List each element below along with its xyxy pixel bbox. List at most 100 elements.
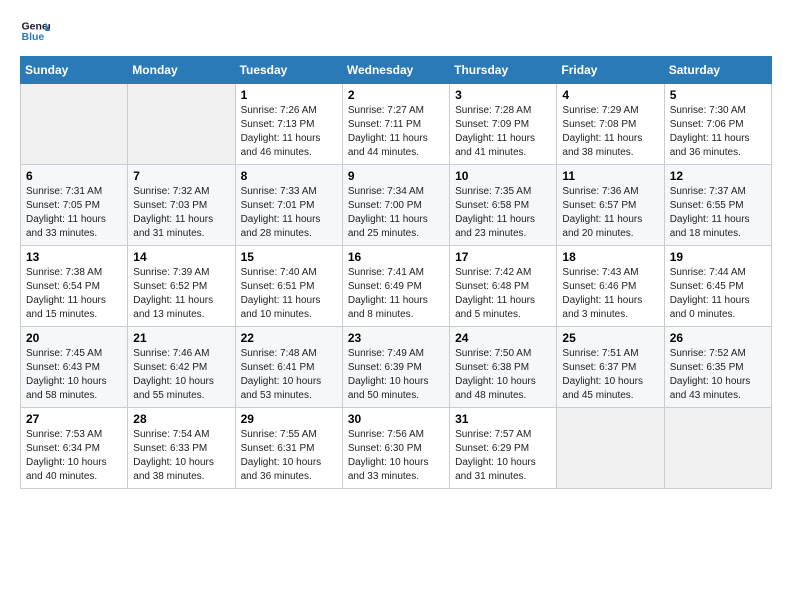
- calendar-cell: 30 Sunrise: 7:56 AMSunset: 6:30 PMDayligh…: [342, 408, 449, 489]
- weekday-header-saturday: Saturday: [664, 57, 771, 84]
- calendar-cell: 20 Sunrise: 7:45 AMSunset: 6:43 PMDayligh…: [21, 327, 128, 408]
- calendar-cell: 29 Sunrise: 7:55 AMSunset: 6:31 PMDayligh…: [235, 408, 342, 489]
- day-info: Sunrise: 7:32 AMSunset: 7:03 PMDaylight:…: [133, 185, 229, 241]
- day-number: 20: [26, 331, 122, 345]
- day-info: Sunrise: 7:53 AMSunset: 6:34 PMDaylight:…: [26, 428, 122, 484]
- calendar-cell: 1 Sunrise: 7:26 AMSunset: 7:13 PMDaylight…: [235, 84, 342, 165]
- day-info: Sunrise: 7:29 AMSunset: 7:08 PMDaylight:…: [562, 104, 658, 160]
- day-number: 6: [26, 169, 122, 183]
- page-header: General Blue: [20, 16, 772, 46]
- day-number: 9: [348, 169, 444, 183]
- calendar-cell: 31Sunrise: 7:57 AMSunset: 6:29 PMDayligh…: [450, 408, 557, 489]
- calendar-cell: 19 Sunrise: 7:44 AMSunset: 6:45 PMDayligh…: [664, 246, 771, 327]
- calendar-cell: 21 Sunrise: 7:46 AMSunset: 6:42 PMDayligh…: [128, 327, 235, 408]
- day-number: 28: [133, 412, 229, 426]
- calendar-cell: 5 Sunrise: 7:30 AMSunset: 7:06 PMDaylight…: [664, 84, 771, 165]
- day-info: Sunrise: 7:46 AMSunset: 6:42 PMDaylight:…: [133, 347, 229, 403]
- day-number: 26: [670, 331, 766, 345]
- calendar-cell: 14 Sunrise: 7:39 AMSunset: 6:52 PMDayligh…: [128, 246, 235, 327]
- day-info: Sunrise: 7:50 AMSunset: 6:38 PMDaylight:…: [455, 347, 551, 403]
- calendar-cell: [664, 408, 771, 489]
- day-number: 7: [133, 169, 229, 183]
- day-number: 21: [133, 331, 229, 345]
- logo: General Blue: [20, 16, 54, 46]
- day-info: Sunrise: 7:35 AMSunset: 6:58 PMDaylight:…: [455, 185, 551, 241]
- day-number: 10: [455, 169, 551, 183]
- day-info: Sunrise: 7:27 AMSunset: 7:11 PMDaylight:…: [348, 104, 444, 160]
- day-number: 18: [562, 250, 658, 264]
- day-info: Sunrise: 7:55 AMSunset: 6:31 PMDaylight:…: [241, 428, 337, 484]
- day-number: 17: [455, 250, 551, 264]
- day-number: 16: [348, 250, 444, 264]
- svg-text:Blue: Blue: [22, 31, 45, 43]
- day-number: 31: [455, 412, 551, 426]
- calendar-cell: 16 Sunrise: 7:41 AMSunset: 6:49 PMDayligh…: [342, 246, 449, 327]
- day-info: Sunrise: 7:51 AMSunset: 6:37 PMDaylight:…: [562, 347, 658, 403]
- calendar-cell: [557, 408, 664, 489]
- week-row-5: 27 Sunrise: 7:53 AMSunset: 6:34 PMDayligh…: [21, 408, 772, 489]
- weekday-header-tuesday: Tuesday: [235, 57, 342, 84]
- calendar-cell: 7 Sunrise: 7:32 AMSunset: 7:03 PMDaylight…: [128, 165, 235, 246]
- day-info: Sunrise: 7:39 AMSunset: 6:52 PMDaylight:…: [133, 266, 229, 322]
- calendar-cell: 15 Sunrise: 7:40 AMSunset: 6:51 PMDayligh…: [235, 246, 342, 327]
- day-info: Sunrise: 7:38 AMSunset: 6:54 PMDaylight:…: [26, 266, 122, 322]
- calendar-cell: 28Sunrise: 7:54 AMSunset: 6:33 PMDayligh…: [128, 408, 235, 489]
- day-number: 1: [241, 88, 337, 102]
- weekday-header-row: SundayMondayTuesdayWednesdayThursdayFrid…: [21, 57, 772, 84]
- calendar-cell: 18Sunrise: 7:43 AMSunset: 6:46 PMDayligh…: [557, 246, 664, 327]
- day-number: 29: [241, 412, 337, 426]
- day-info: Sunrise: 7:30 AMSunset: 7:06 PMDaylight:…: [670, 104, 766, 160]
- weekday-header-thursday: Thursday: [450, 57, 557, 84]
- calendar-cell: 4 Sunrise: 7:29 AMSunset: 7:08 PMDaylight…: [557, 84, 664, 165]
- day-info: Sunrise: 7:26 AMSunset: 7:13 PMDaylight:…: [241, 104, 337, 160]
- day-number: 5: [670, 88, 766, 102]
- weekday-header-sunday: Sunday: [21, 57, 128, 84]
- calendar-cell: 3Sunrise: 7:28 AMSunset: 7:09 PMDaylight…: [450, 84, 557, 165]
- calendar-cell: 17 Sunrise: 7:42 AMSunset: 6:48 PMDayligh…: [450, 246, 557, 327]
- day-number: 15: [241, 250, 337, 264]
- day-number: 2: [348, 88, 444, 102]
- day-number: 11: [562, 169, 658, 183]
- day-info: Sunrise: 7:56 AMSunset: 6:30 PMDaylight:…: [348, 428, 444, 484]
- day-number: 23: [348, 331, 444, 345]
- day-number: 24: [455, 331, 551, 345]
- calendar-cell: 12Sunrise: 7:37 AMSunset: 6:55 PMDayligh…: [664, 165, 771, 246]
- calendar-cell: 23Sunrise: 7:49 AMSunset: 6:39 PMDayligh…: [342, 327, 449, 408]
- calendar-cell: 13Sunrise: 7:38 AMSunset: 6:54 PMDayligh…: [21, 246, 128, 327]
- day-number: 25: [562, 331, 658, 345]
- day-info: Sunrise: 7:33 AMSunset: 7:01 PMDaylight:…: [241, 185, 337, 241]
- calendar-cell: 27 Sunrise: 7:53 AMSunset: 6:34 PMDayligh…: [21, 408, 128, 489]
- day-number: 14: [133, 250, 229, 264]
- day-info: Sunrise: 7:48 AMSunset: 6:41 PMDaylight:…: [241, 347, 337, 403]
- day-number: 19: [670, 250, 766, 264]
- day-info: Sunrise: 7:34 AMSunset: 7:00 PMDaylight:…: [348, 185, 444, 241]
- week-row-1: 1 Sunrise: 7:26 AMSunset: 7:13 PMDaylight…: [21, 84, 772, 165]
- day-info: Sunrise: 7:28 AMSunset: 7:09 PMDaylight:…: [455, 104, 551, 160]
- calendar-cell: 2 Sunrise: 7:27 AMSunset: 7:11 PMDaylight…: [342, 84, 449, 165]
- calendar-cell: [21, 84, 128, 165]
- week-row-3: 13Sunrise: 7:38 AMSunset: 6:54 PMDayligh…: [21, 246, 772, 327]
- day-number: 27: [26, 412, 122, 426]
- day-info: Sunrise: 7:41 AMSunset: 6:49 PMDaylight:…: [348, 266, 444, 322]
- day-info: Sunrise: 7:52 AMSunset: 6:35 PMDaylight:…: [670, 347, 766, 403]
- day-number: 8: [241, 169, 337, 183]
- day-info: Sunrise: 7:36 AMSunset: 6:57 PMDaylight:…: [562, 185, 658, 241]
- calendar-table: SundayMondayTuesdayWednesdayThursdayFrid…: [20, 56, 772, 489]
- day-info: Sunrise: 7:44 AMSunset: 6:45 PMDaylight:…: [670, 266, 766, 322]
- day-info: Sunrise: 7:42 AMSunset: 6:48 PMDaylight:…: [455, 266, 551, 322]
- calendar-cell: [128, 84, 235, 165]
- calendar-cell: 9 Sunrise: 7:34 AMSunset: 7:00 PMDaylight…: [342, 165, 449, 246]
- day-info: Sunrise: 7:40 AMSunset: 6:51 PMDaylight:…: [241, 266, 337, 322]
- day-info: Sunrise: 7:45 AMSunset: 6:43 PMDaylight:…: [26, 347, 122, 403]
- weekday-header-wednesday: Wednesday: [342, 57, 449, 84]
- day-info: Sunrise: 7:31 AMSunset: 7:05 PMDaylight:…: [26, 185, 122, 241]
- day-number: 4: [562, 88, 658, 102]
- calendar-cell: 24 Sunrise: 7:50 AMSunset: 6:38 PMDayligh…: [450, 327, 557, 408]
- day-number: 30: [348, 412, 444, 426]
- weekday-header-monday: Monday: [128, 57, 235, 84]
- weekday-header-friday: Friday: [557, 57, 664, 84]
- week-row-4: 20 Sunrise: 7:45 AMSunset: 6:43 PMDayligh…: [21, 327, 772, 408]
- calendar-cell: 26 Sunrise: 7:52 AMSunset: 6:35 PMDayligh…: [664, 327, 771, 408]
- day-number: 22: [241, 331, 337, 345]
- logo-icon: General Blue: [20, 16, 50, 46]
